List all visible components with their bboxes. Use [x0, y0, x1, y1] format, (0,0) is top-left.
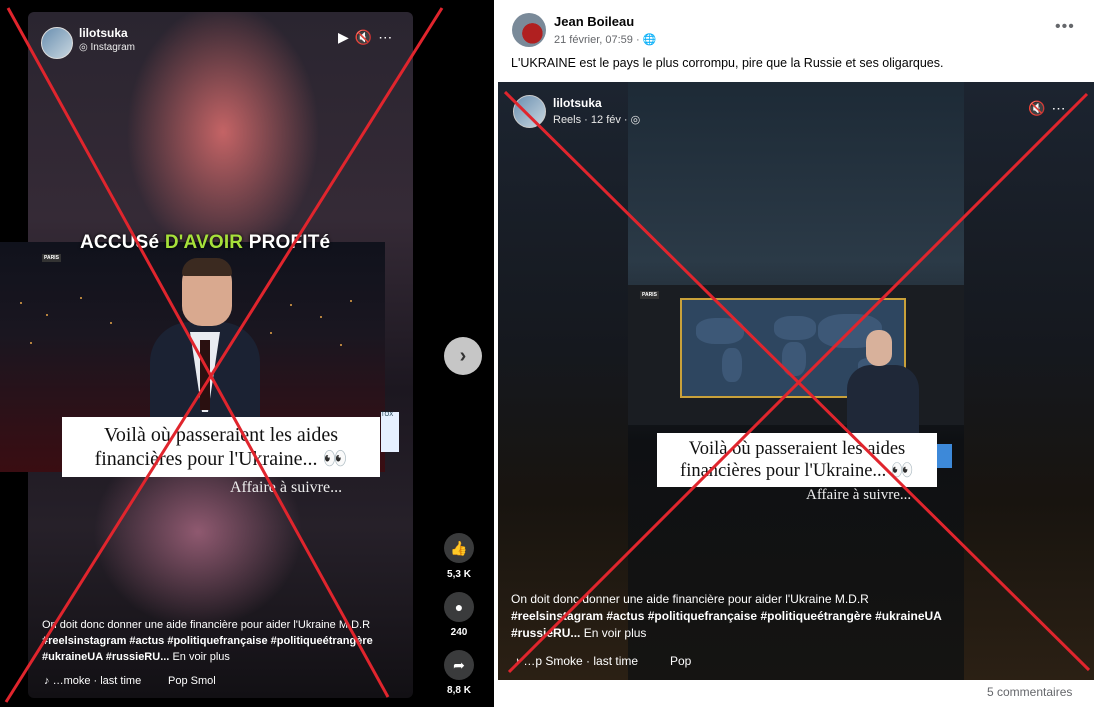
studio-tag: PARIS: [42, 254, 61, 262]
hashtags[interactable]: #reelsinstagram #actus #politiquefrançai…: [42, 633, 407, 649]
channel-side-label: TOX: [381, 412, 399, 452]
music-track[interactable]: ♪ …p Smoke · last time: [514, 654, 638, 668]
video-caption-box: Voilà où passeraient les aides financièr…: [62, 417, 380, 477]
more-icon[interactable]: ⋯: [1051, 100, 1071, 116]
share-icon[interactable]: ➦: [444, 650, 474, 680]
caption-line-1: Voilà où passeraient les aides: [103, 424, 338, 446]
music-track-text: …moke · last time: [52, 675, 142, 687]
post-date[interactable]: 21 février, 07:59 · 🌐: [554, 33, 656, 46]
reporter-body: [847, 365, 919, 435]
reel-description: On doit donc donner une aide financière …: [511, 591, 1071, 642]
news-anchor-tie: [200, 340, 210, 410]
comment-icon[interactable]: ●: [444, 592, 474, 622]
music-track[interactable]: ♪ …moke · last time: [44, 675, 141, 687]
instagram-icon: ◎: [79, 42, 91, 53]
reporter-head: [866, 330, 892, 366]
globe-icon: 🌐: [642, 34, 657, 46]
comment-count: 240: [450, 627, 468, 638]
mute-icon[interactable]: 🔇: [1028, 100, 1051, 116]
reel-meta: Reels · 12 fév · ◎: [553, 113, 640, 126]
like-count: 5,3 K: [447, 569, 471, 580]
post-text: L'UKRAINE est le pays le plus corrompu, …: [511, 56, 944, 70]
headline-part-2: D'AVOIR: [164, 232, 244, 253]
avatar[interactable]: [41, 27, 73, 59]
comment-count-link[interactable]: 5 commentaires: [987, 685, 1072, 699]
chevron-right-icon[interactable]: ›: [444, 337, 482, 375]
share-count: 8,8 K: [447, 685, 471, 696]
post-date-text: 21 février, 07:59 ·: [554, 34, 643, 46]
caption-line-2: financières pour l'Ukraine... 👀: [94, 448, 348, 470]
more-icon[interactable]: •••: [1055, 18, 1075, 36]
video-controls: 🔇⋯: [1028, 100, 1071, 117]
avatar[interactable]: [513, 95, 546, 128]
source-text: Instagram: [90, 42, 135, 53]
reel-meta-text: Reels · 12 fév ·: [553, 114, 631, 126]
username[interactable]: lilotsuka: [79, 26, 128, 40]
hashtags-2[interactable]: #russieRU...: [511, 626, 580, 640]
headline-part-3: PROFITé: [243, 232, 331, 253]
caption-line-2: financières pour l'Ukraine... 👀: [680, 461, 914, 481]
hashtags[interactable]: #reelsinstagram #actus #politiquefrançai…: [511, 608, 1071, 625]
music-icon: ♪: [44, 675, 53, 687]
see-more-link[interactable]: En voir plus: [172, 651, 229, 663]
see-more-link[interactable]: En voir plus: [584, 626, 647, 640]
description-text: On doit donc donner une aide financière …: [511, 592, 869, 606]
channel-side-label-text: TOX: [381, 412, 394, 418]
music-track-2[interactable]: Pop: [670, 654, 691, 668]
studio-tag: PARIS: [640, 291, 659, 299]
author-name[interactable]: Jean Boileau: [554, 14, 634, 29]
music-track-2[interactable]: Pop Smol: [168, 675, 216, 687]
description-text: On doit donc donner une aide financière …: [42, 619, 371, 631]
channel-side-label: [936, 444, 952, 468]
like-icon[interactable]: 👍: [444, 533, 474, 563]
more-icon[interactable]: ⋯: [378, 29, 398, 45]
video-headline: ACCUSé D'AVOIR PROFITé: [80, 232, 330, 254]
reel-description: On doit donc donner une aide financière …: [42, 617, 407, 665]
mute-icon[interactable]: 🔇: [355, 29, 378, 45]
author-avatar[interactable]: [512, 13, 546, 47]
music-track-text: …p Smoke · last time: [523, 654, 639, 668]
hashtags-2[interactable]: #ukraineUA #russieRU...: [42, 651, 169, 663]
caption-line-1: Voilà où passeraient les aides: [688, 439, 906, 459]
instagram-icon: ◎: [630, 114, 641, 126]
news-anchor-hair: [182, 258, 232, 276]
username[interactable]: lilotsuka: [553, 96, 602, 110]
headline-part-1: ACCUSé: [80, 232, 165, 253]
video-caption-box: Voilà où passeraient les aides financièr…: [657, 433, 937, 487]
play-icon[interactable]: ▶: [338, 29, 355, 45]
music-icon: ♪: [514, 654, 524, 668]
source-label: ◎ Instagram: [79, 42, 135, 53]
caption-subtext: Affaire à suivre...: [230, 479, 343, 496]
video-controls: ▶🔇⋯: [338, 29, 398, 46]
caption-subtext: Affaire à suivre...: [806, 487, 912, 503]
